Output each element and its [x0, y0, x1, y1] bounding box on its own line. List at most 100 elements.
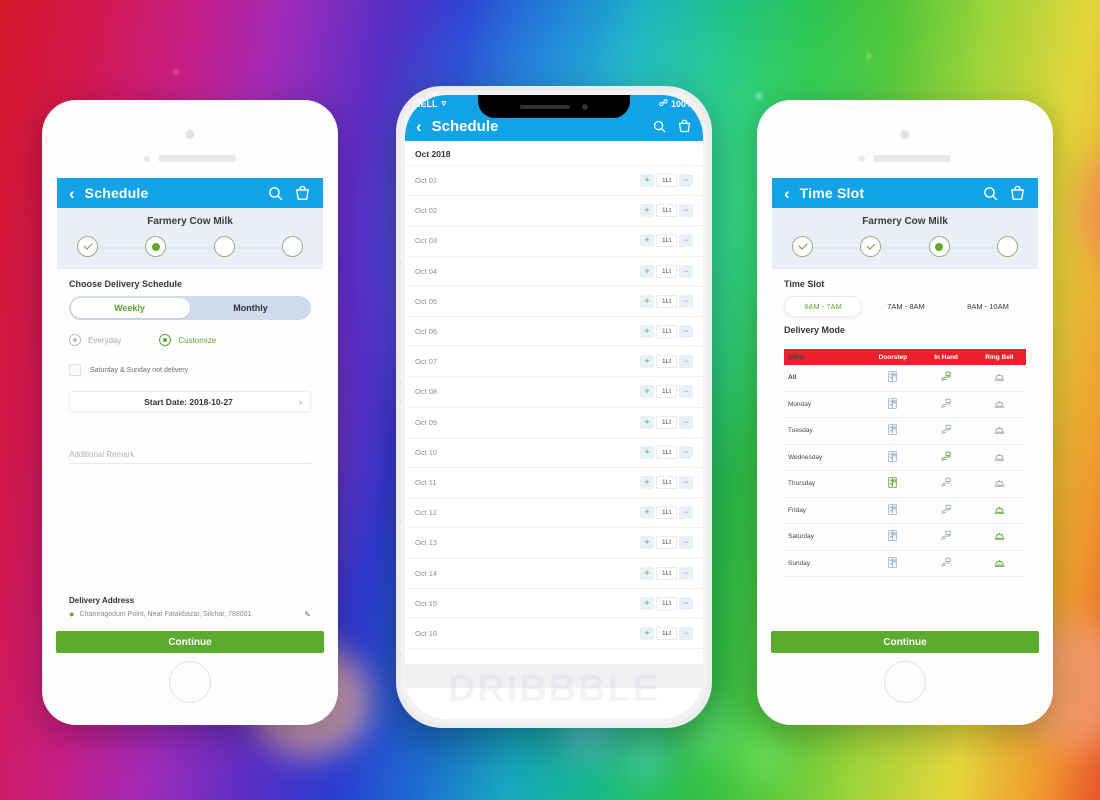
- radio-customize[interactable]: Customize: [159, 334, 216, 346]
- mode-cell-doorstep[interactable]: [866, 529, 919, 544]
- date-row[interactable]: Oct 16 +1Lt −: [405, 619, 703, 649]
- increase-quantity-button[interactable]: +: [640, 355, 654, 369]
- search-icon[interactable]: [982, 185, 999, 202]
- continue-button[interactable]: Continue: [771, 631, 1039, 653]
- step-1[interactable]: [77, 236, 98, 257]
- increase-quantity-button[interactable]: +: [640, 475, 654, 489]
- mode-cell-ring-bell[interactable]: [973, 503, 1026, 518]
- increase-quantity-button[interactable]: +: [640, 536, 654, 550]
- back-icon[interactable]: ‹: [69, 185, 75, 202]
- decrease-quantity-button[interactable]: −: [679, 294, 693, 308]
- decrease-quantity-button[interactable]: −: [679, 234, 693, 248]
- tab-monthly[interactable]: Monthly: [190, 296, 311, 320]
- home-button[interactable]: [884, 661, 926, 703]
- mode-cell-in-hand[interactable]: [920, 503, 973, 518]
- home-button[interactable]: [169, 661, 211, 703]
- increase-quantity-button[interactable]: +: [640, 294, 654, 308]
- date-row[interactable]: Oct 07 +1Lt −: [405, 347, 703, 378]
- step-3[interactable]: [928, 236, 950, 257]
- decrease-quantity-button[interactable]: −: [679, 475, 693, 489]
- mode-cell-doorstep[interactable]: [866, 397, 919, 412]
- decrease-quantity-button[interactable]: −: [679, 355, 693, 369]
- mode-cell-in-hand[interactable]: [920, 450, 973, 465]
- increase-quantity-button[interactable]: +: [640, 445, 654, 459]
- decrease-quantity-button[interactable]: −: [679, 325, 693, 339]
- start-date-field[interactable]: Start Date: 2018-10-27 ›: [69, 391, 311, 412]
- date-row[interactable]: Oct 08 +1Lt −: [405, 377, 703, 408]
- mode-cell-ring-bell[interactable]: [973, 370, 1026, 385]
- time-slot-option-2[interactable]: 7AM - 8AM: [868, 297, 944, 316]
- weekend-checkbox[interactable]: [69, 364, 81, 376]
- tab-weekly[interactable]: Weekly: [69, 296, 190, 320]
- increase-quantity-button[interactable]: +: [640, 506, 654, 520]
- mode-cell-doorstep[interactable]: [866, 556, 919, 571]
- date-row[interactable]: Oct 15 +1Lt −: [405, 589, 703, 619]
- increase-quantity-button[interactable]: +: [640, 566, 654, 580]
- step-4[interactable]: [281, 236, 303, 257]
- step-1[interactable]: [792, 236, 813, 257]
- decrease-quantity-button[interactable]: −: [679, 385, 693, 399]
- date-row[interactable]: Oct 06 +1Lt −: [405, 317, 703, 348]
- decrease-quantity-button[interactable]: −: [679, 536, 693, 550]
- schedule-segmented-control[interactable]: Weekly Monthly: [69, 296, 311, 320]
- date-row[interactable]: Oct 02 +1Lt −: [405, 196, 703, 227]
- mode-cell-doorstep[interactable]: [866, 370, 919, 385]
- continue-button[interactable]: Continue: [56, 631, 324, 653]
- decrease-quantity-button[interactable]: −: [679, 204, 693, 218]
- date-row[interactable]: Oct 13 +1Lt −: [405, 528, 703, 559]
- radio-everyday[interactable]: Everyday: [69, 334, 121, 346]
- increase-quantity-button[interactable]: +: [640, 415, 654, 429]
- date-row[interactable]: Oct 10 +1Lt −: [405, 438, 703, 468]
- decrease-quantity-button[interactable]: −: [679, 415, 693, 429]
- back-icon[interactable]: ‹: [784, 185, 790, 202]
- mode-cell-ring-bell[interactable]: [973, 423, 1026, 438]
- search-icon[interactable]: [267, 185, 284, 202]
- time-slot-option-1[interactable]: 6AM - 7AM: [784, 296, 862, 317]
- increase-quantity-button[interactable]: +: [640, 234, 654, 248]
- mode-cell-doorstep[interactable]: [866, 503, 919, 518]
- step-3[interactable]: [213, 236, 235, 257]
- mode-cell-in-hand[interactable]: [920, 423, 973, 438]
- increase-quantity-button[interactable]: +: [640, 204, 654, 218]
- date-row[interactable]: Oct 09 +1Lt −: [405, 408, 703, 438]
- date-row[interactable]: Oct 03 +1Lt −: [405, 226, 703, 257]
- step-2[interactable]: [145, 236, 167, 257]
- increase-quantity-button[interactable]: +: [640, 596, 654, 610]
- decrease-quantity-button[interactable]: −: [679, 264, 693, 278]
- mode-cell-doorstep[interactable]: [866, 450, 919, 465]
- date-row[interactable]: Oct 01 +1Lt −: [405, 166, 703, 197]
- pencil-icon[interactable]: ✎: [304, 610, 311, 619]
- date-row[interactable]: Oct 12 +1Lt −: [405, 498, 703, 529]
- mode-cell-ring-bell[interactable]: [973, 450, 1026, 465]
- increase-quantity-button[interactable]: +: [640, 325, 654, 339]
- increase-quantity-button[interactable]: +: [640, 626, 654, 640]
- increase-quantity-button[interactable]: +: [640, 264, 654, 278]
- decrease-quantity-button[interactable]: −: [679, 596, 693, 610]
- mode-cell-in-hand[interactable]: [920, 529, 973, 544]
- decrease-quantity-button[interactable]: −: [679, 445, 693, 459]
- mode-cell-ring-bell[interactable]: [973, 397, 1026, 412]
- back-icon[interactable]: ‹: [416, 118, 422, 135]
- date-row[interactable]: Oct 11 +1Lt −: [405, 468, 703, 499]
- mode-cell-doorstep[interactable]: [866, 476, 919, 491]
- cart-icon[interactable]: [1009, 185, 1026, 202]
- decrease-quantity-button[interactable]: −: [679, 506, 693, 520]
- search-icon[interactable]: [652, 119, 667, 134]
- additional-remark-input[interactable]: Additional Remark: [69, 450, 311, 464]
- weekend-checkbox-row[interactable]: Saturday & Sunday not delivery: [57, 350, 323, 376]
- decrease-quantity-button[interactable]: −: [679, 626, 693, 640]
- date-row[interactable]: Oct 04 +1Lt −: [405, 257, 703, 287]
- mode-cell-in-hand[interactable]: [920, 397, 973, 412]
- mode-cell-ring-bell[interactable]: [973, 476, 1026, 491]
- increase-quantity-button[interactable]: +: [640, 385, 654, 399]
- mode-cell-ring-bell[interactable]: [973, 556, 1026, 571]
- mode-cell-ring-bell[interactable]: [973, 529, 1026, 544]
- cart-icon[interactable]: [294, 185, 311, 202]
- step-2[interactable]: [860, 236, 882, 257]
- mode-cell-doorstep[interactable]: [866, 423, 919, 438]
- decrease-quantity-button[interactable]: −: [679, 566, 693, 580]
- mode-cell-in-hand[interactable]: [920, 556, 973, 571]
- date-row[interactable]: Oct 14 +1Lt −: [405, 558, 703, 589]
- date-row[interactable]: Oct 05 +1Lt −: [405, 287, 703, 317]
- date-list[interactable]: Oct 01 +1Lt − Oct 02 +1Lt − Oct 03 +1Lt − Oct 04 +…: [405, 166, 703, 664]
